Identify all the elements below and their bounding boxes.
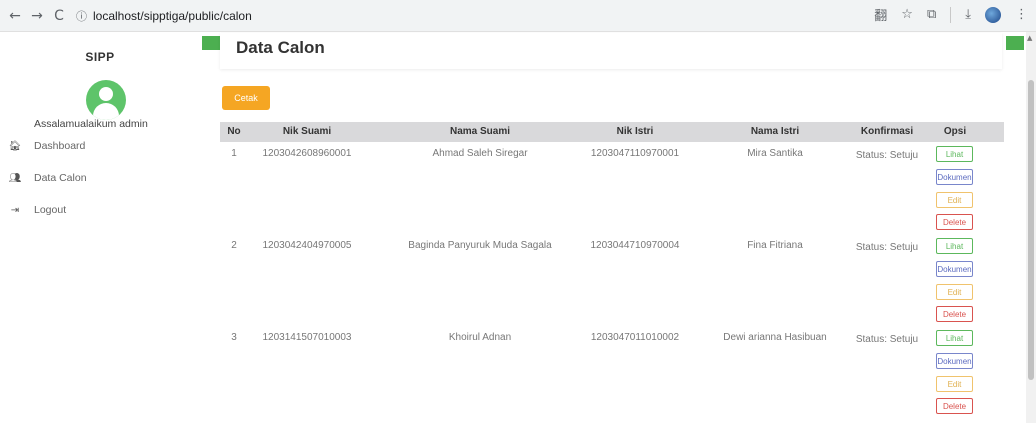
page-title: Data Calon xyxy=(236,38,325,57)
delete-button[interactable]: Delete xyxy=(936,306,973,322)
table-header: No Nik Suami Nama Suami Nik Istri Nama I… xyxy=(220,122,1004,142)
col-header-no: No xyxy=(227,126,241,137)
user-avatar-icon xyxy=(86,80,126,120)
cell-konfirmasi: Status: Setuju xyxy=(855,150,919,161)
greeting-text: Assalamualaikum admin xyxy=(34,118,148,130)
cell-nik-istri: 1203047110970001 xyxy=(590,148,680,159)
cell-nik-suami: 1203042404970005 xyxy=(262,240,352,251)
dokumen-button[interactable]: Dokumen xyxy=(936,169,973,185)
edit-button[interactable]: Edit xyxy=(936,192,973,208)
cell-nama-suami: Ahmad Saleh Siregar xyxy=(432,148,528,159)
edit-button[interactable]: Edit xyxy=(936,284,973,300)
edit-button[interactable]: Edit xyxy=(936,376,973,392)
col-header-opsi: Opsi xyxy=(943,126,967,137)
cell-no: 1 xyxy=(231,148,237,159)
col-header-nik-istri: Nik Istri xyxy=(616,126,654,137)
cell-konfirmasi: Status: Setuju xyxy=(855,334,919,345)
title-card xyxy=(220,33,1002,69)
home-icon: 🏠︎ xyxy=(8,140,22,152)
logout-icon: ⇥ xyxy=(10,204,20,216)
extensions-icon[interactable]: ⧉ xyxy=(927,7,936,22)
header-accent-left xyxy=(202,36,220,50)
users-icon: 👥︎ xyxy=(8,172,22,184)
cell-nik-suami: 1203141507010003 xyxy=(262,332,352,343)
profile-avatar-icon[interactable] xyxy=(985,6,1001,23)
col-header-nama-istri: Nama Istri xyxy=(750,126,800,137)
header-accent-right xyxy=(1006,36,1024,50)
greeting-prefix: Assalamualaikum xyxy=(34,118,117,130)
lihat-button[interactable]: Lihat xyxy=(936,146,973,162)
cell-konfirmasi: Status: Setuju xyxy=(855,242,919,253)
cell-nama-istri: Fina Fitriana xyxy=(747,240,803,251)
sidebar-item-logout[interactable]: ⇥ Logout xyxy=(8,204,66,216)
cetak-button[interactable]: Cetak xyxy=(222,86,270,110)
col-header-konfirmasi: Konfirmasi xyxy=(860,126,914,137)
cell-nik-suami: 1203042608960001 xyxy=(262,148,352,159)
scroll-up-icon[interactable]: ▲ xyxy=(1027,34,1032,42)
translate-icon[interactable]: 翻 xyxy=(874,5,887,24)
sidebar-item-label: Logout xyxy=(34,204,67,216)
sidebar-item-label: Dashboard xyxy=(34,140,86,152)
forward-icon[interactable]: → xyxy=(26,5,48,27)
back-icon[interactable]: ← xyxy=(4,5,26,27)
greeting-user: admin xyxy=(119,118,148,130)
download-icon[interactable]: ⤓ xyxy=(965,7,971,22)
dokumen-button[interactable]: Dokumen xyxy=(936,261,973,277)
lihat-button[interactable]: Lihat xyxy=(936,330,973,346)
toolbar-divider xyxy=(950,6,952,23)
cell-nama-suami: Baginda Panyuruk Muda Sagala xyxy=(408,240,552,251)
sidebar: SIPP Assalamualaikum admin 🏠︎ Dashboard … xyxy=(0,32,200,423)
brand-title: SIPP xyxy=(85,50,115,64)
cell-nama-istri: Mira Santika xyxy=(747,148,803,159)
scrollbar-thumb[interactable] xyxy=(1028,80,1034,380)
delete-button[interactable]: Delete xyxy=(936,214,973,230)
delete-button[interactable]: Delete xyxy=(936,398,973,414)
sidebar-item-data-calon[interactable]: 👥︎ Data Calon xyxy=(8,172,87,184)
cell-nama-suami: Khoirul Adnan xyxy=(448,332,512,343)
cell-nik-istri: 1203044710970004 xyxy=(590,240,680,251)
cell-no: 2 xyxy=(231,240,237,251)
dokumen-button[interactable]: Dokumen xyxy=(936,353,973,369)
site-info-icon[interactable]: ⓘ xyxy=(76,8,87,24)
lihat-button[interactable]: Lihat xyxy=(936,238,973,254)
sidebar-item-label: Data Calon xyxy=(34,172,87,184)
cell-nik-istri: 1203047011010002 xyxy=(590,332,680,343)
col-header-nik-suami: Nik Suami xyxy=(282,126,332,137)
sidebar-item-dashboard[interactable]: 🏠︎ Dashboard xyxy=(8,140,86,152)
browser-menu-icon[interactable]: ⋮ xyxy=(1015,7,1028,22)
bookmark-star-icon[interactable]: ☆ xyxy=(901,7,913,22)
cell-no: 3 xyxy=(231,332,237,343)
address-bar[interactable]: ⓘ localhost/sipptiga/public/calon xyxy=(76,4,252,28)
reload-icon[interactable]: C xyxy=(48,5,70,27)
col-header-nama-suami: Nama Suami xyxy=(449,126,511,137)
data-table: No Nik Suami Nama Suami Nik Istri Nama I… xyxy=(220,122,1004,414)
url-text[interactable]: localhost/sipptiga/public/calon xyxy=(93,9,252,23)
cell-nama-istri: Dewi arianna Hasibuan xyxy=(723,332,827,343)
browser-toolbar: ← → C ⓘ localhost/sipptiga/public/calon … xyxy=(0,0,1036,32)
